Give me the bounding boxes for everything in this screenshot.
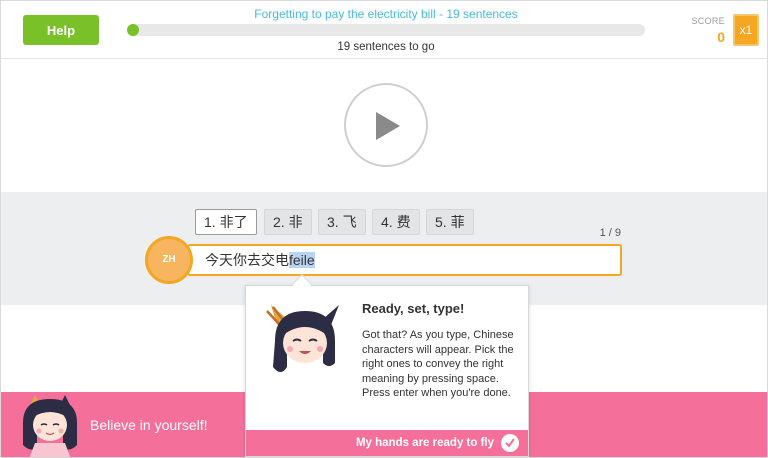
- score-value: 0: [717, 29, 725, 45]
- help-button[interactable]: Help: [23, 15, 99, 45]
- score-multiplier-badge: x1: [733, 14, 759, 46]
- app-window: Help Forgetting to pay the electricity b…: [0, 0, 768, 458]
- candidate-option-2[interactable]: 2. 非: [264, 209, 312, 235]
- language-badge: ZH: [145, 236, 193, 284]
- candidate-option-5[interactable]: 5. 菲: [426, 209, 474, 235]
- banner-message: Believe in yourself!: [90, 417, 208, 433]
- score-label: SCORE: [691, 16, 725, 26]
- candidate-option-3[interactable]: 3. 飞: [318, 209, 366, 235]
- ready-confirm-button[interactable]: My hands are ready to fly: [246, 430, 528, 456]
- mascot-avatar-icon: [23, 395, 77, 457]
- progress-fill: [127, 24, 139, 36]
- candidate-option-1[interactable]: 1. 非了: [195, 209, 257, 235]
- typed-text: 今天你去交电: [205, 252, 289, 268]
- ready-confirm-label: My hands are ready to fly: [355, 437, 494, 449]
- play-icon: [376, 112, 400, 140]
- mascot-face-icon: [266, 305, 339, 372]
- answer-input[interactable]: 今天你去交电feile: [187, 244, 622, 276]
- word-counter: 1 / 9: [599, 227, 621, 239]
- checkmark-icon: [501, 434, 519, 452]
- lesson-title: Forgetting to pay the electricity bill -…: [254, 7, 518, 21]
- sentences-remaining: 19 sentences to go: [337, 41, 435, 53]
- composing-text: feile: [289, 252, 315, 268]
- tooltip-title: Ready, set, type!: [362, 301, 465, 316]
- top-bar: Help Forgetting to pay the electricity b…: [1, 1, 767, 59]
- progress-bar: [127, 24, 645, 36]
- play-audio-button[interactable]: [344, 83, 428, 167]
- tooltip-body: Got that? As you type, Chinese character…: [362, 329, 514, 399]
- candidate-option-4[interactable]: 4. 费: [372, 209, 420, 235]
